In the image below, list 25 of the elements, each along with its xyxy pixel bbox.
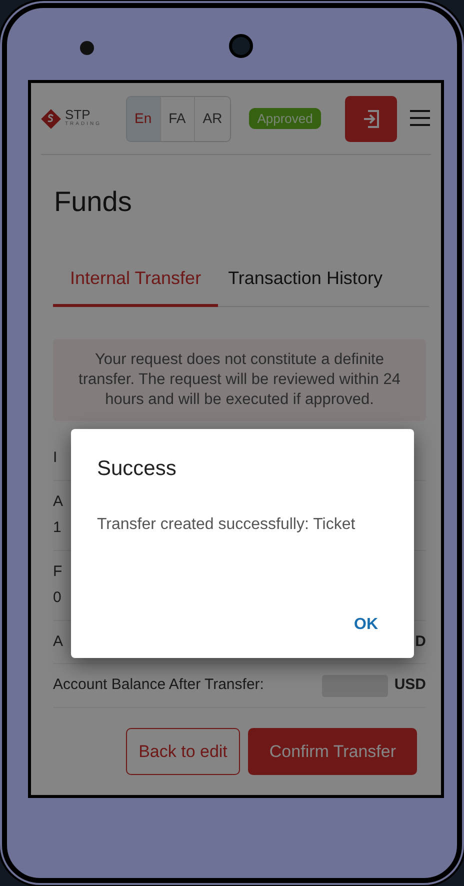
login-button[interactable] xyxy=(344,96,397,142)
currency-label: D xyxy=(415,632,426,652)
tab[interactable]: Transaction History xyxy=(218,255,392,307)
ok-button[interactable]: OK xyxy=(348,612,384,638)
status-badge: Approved xyxy=(249,108,321,130)
tab[interactable]: Internal Transfer xyxy=(53,255,218,307)
language-tab[interactable]: En xyxy=(126,96,160,140)
back-button[interactable]: Back to edit xyxy=(126,728,240,776)
notice-text: Your request does not constitute a definite transfer. The request will be reviewed within 24 hours and will be executed if approved. xyxy=(53,339,426,422)
field-label: A xyxy=(53,632,64,652)
language-tab[interactable]: AR xyxy=(194,96,230,140)
field-label: Account Balance After Transfer: xyxy=(53,675,264,696)
brand-name: STP xyxy=(65,108,90,122)
confirm-button[interactable]: Confirm Transfer xyxy=(248,728,417,776)
field-value: 1 xyxy=(53,518,62,538)
dialog-message: Transfer created successfully: Ticket xyxy=(97,514,356,534)
field-label: I xyxy=(53,448,58,468)
field-label: F xyxy=(53,562,62,582)
camera-icon xyxy=(229,34,253,58)
field-value: 0 xyxy=(53,588,62,608)
field-label: A xyxy=(53,492,64,512)
dialog-title: Success xyxy=(97,456,178,482)
page-title: Funds xyxy=(54,185,133,219)
sensor-icon xyxy=(80,41,94,55)
currency-label: USD xyxy=(394,675,426,696)
